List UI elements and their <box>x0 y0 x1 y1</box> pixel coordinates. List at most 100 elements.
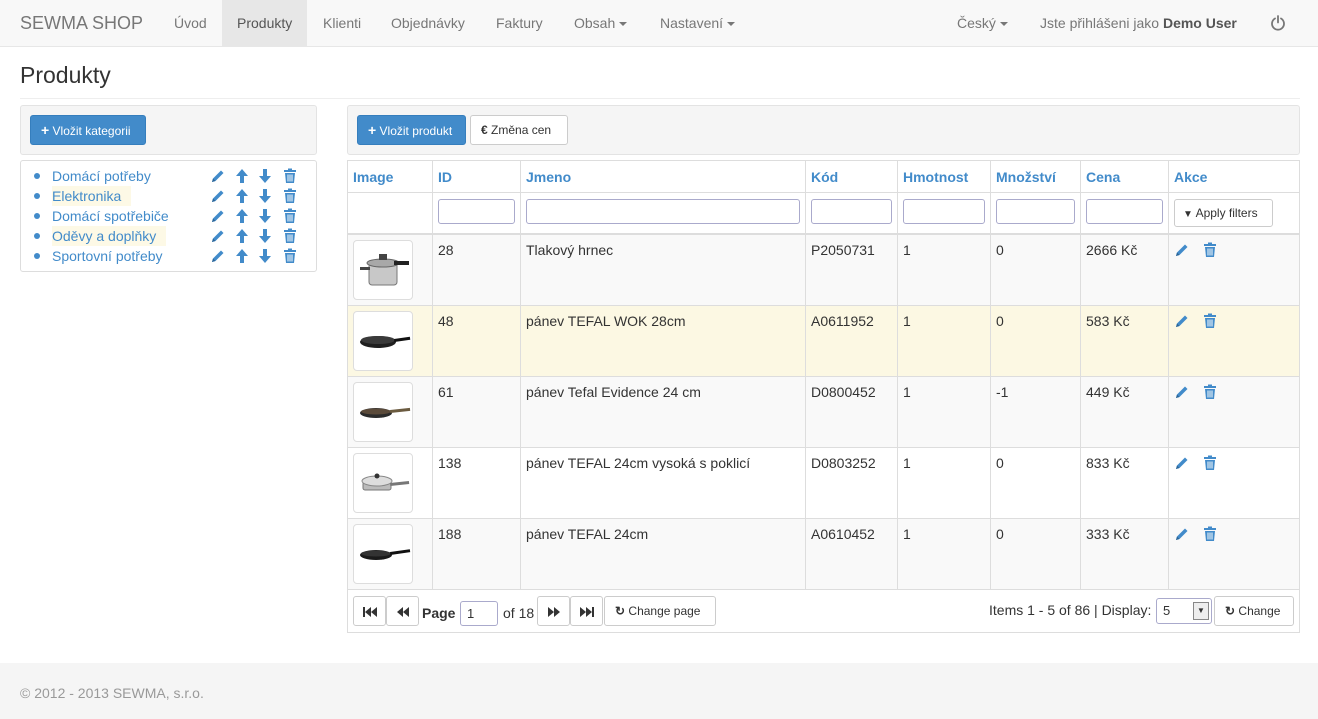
weight-cell: 1 <box>898 448 991 518</box>
filter-cell-weight <box>898 193 991 235</box>
pencil-edit-icon[interactable] <box>1174 384 1190 400</box>
next-page-button[interactable] <box>537 596 570 626</box>
add-category-button[interactable]: + Vložit kategorii <box>30 115 146 145</box>
column-header-quantity[interactable]: Množství <box>991 161 1081 193</box>
trash-icon[interactable] <box>1202 384 1218 400</box>
pencil-edit-icon[interactable] <box>1174 313 1190 329</box>
trash-icon[interactable] <box>1202 455 1218 471</box>
arrow-up-icon[interactable] <box>234 248 250 264</box>
nav-faktury[interactable]: Faktury <box>481 0 558 47</box>
trash-icon[interactable] <box>282 208 298 224</box>
quantity-value: 0 <box>996 455 1004 471</box>
pencil-edit-icon[interactable] <box>210 168 226 184</box>
trash-icon[interactable] <box>282 248 298 264</box>
brand-logo[interactable]: SEWMA SHOP <box>20 13 143 34</box>
nav-nastaveni-dropdown[interactable]: Nastavení <box>645 0 750 47</box>
price-cell: 833 Kč <box>1081 448 1169 518</box>
product-name: pánev TEFAL 24cm vysoká s poklicí <box>526 455 751 471</box>
actions-cell <box>1169 377 1299 447</box>
code-cell: P2050731 <box>806 235 898 305</box>
page-label: Page <box>422 605 456 621</box>
refresh-icon: ↻ <box>1225 604 1236 618</box>
column-header-price[interactable]: Cena <box>1081 161 1169 193</box>
filter-code-input[interactable] <box>811 199 892 224</box>
column-header-code[interactable]: Kód <box>806 161 898 193</box>
bullet-icon <box>34 233 40 239</box>
arrow-up-icon[interactable] <box>234 168 250 184</box>
trash-icon[interactable] <box>282 168 298 184</box>
pencil-edit-icon[interactable] <box>1174 242 1190 258</box>
category-link[interactable]: Oděvy a doplňky <box>52 226 167 246</box>
id-value: 61 <box>438 384 454 400</box>
add-product-button[interactable]: + Vložit produkt <box>357 115 466 145</box>
arrow-up-icon[interactable] <box>234 188 250 204</box>
weight-value: 1 <box>903 526 911 542</box>
actions-cell <box>1169 519 1299 589</box>
column-header-label: Image <box>353 169 394 185</box>
display-count-select[interactable]: 5 ▼ <box>1156 598 1212 624</box>
arrow-down-icon[interactable] <box>257 248 273 264</box>
footer: © 2012 - 2013 SEWMA, s.r.o. <box>0 663 1318 719</box>
pencil-edit-icon[interactable] <box>210 248 226 264</box>
nav-produkty[interactable]: Produkty <box>222 0 308 47</box>
filter-id-input[interactable] <box>438 199 515 224</box>
product-thumbnail[interactable] <box>353 382 413 442</box>
price-change-button[interactable]: € Změna cen <box>470 115 568 145</box>
filter-price-input[interactable] <box>1086 199 1163 224</box>
pager: Page 1 of 18 ↻ Change page Items 1 - 5 o… <box>348 591 1299 633</box>
arrow-up-icon[interactable] <box>234 208 250 224</box>
filter-quantity-input[interactable] <box>996 199 1075 224</box>
trash-icon[interactable] <box>282 228 298 244</box>
power-logout-icon[interactable] <box>1270 15 1286 31</box>
column-header-image[interactable]: Image <box>348 161 433 193</box>
product-name: pánev TEFAL 24cm <box>526 526 649 542</box>
arrow-down-icon[interactable] <box>257 188 273 204</box>
page-number-input[interactable]: 1 <box>460 601 498 626</box>
product-thumbnail[interactable] <box>353 453 413 513</box>
nav-uvod[interactable]: Úvod <box>159 0 222 47</box>
pencil-edit-icon[interactable] <box>210 208 226 224</box>
nav-obsah-dropdown[interactable]: Obsah <box>559 0 642 47</box>
arrow-down-icon[interactable] <box>257 168 273 184</box>
id-value: 188 <box>438 526 462 542</box>
pencil-edit-icon[interactable] <box>1174 455 1190 471</box>
category-link[interactable]: Domácí potřeby <box>52 166 161 186</box>
column-header-weight[interactable]: Hmotnost <box>898 161 991 193</box>
language-dropdown[interactable]: Český <box>942 0 1023 47</box>
category-link[interactable]: Domácí spotřebiče <box>52 206 179 226</box>
category-link[interactable]: Elektronika <box>52 186 132 206</box>
change-display-button[interactable]: ↻ Change <box>1214 596 1294 626</box>
trash-icon[interactable] <box>1202 242 1218 258</box>
pencil-edit-icon[interactable] <box>1174 526 1190 542</box>
price-cell: 2666 Kč <box>1081 235 1169 305</box>
filter-name-input[interactable] <box>526 199 800 224</box>
change-page-button[interactable]: ↻ Change page <box>604 596 716 626</box>
product-thumbnail[interactable] <box>353 311 413 371</box>
previous-page-button[interactable] <box>386 596 419 626</box>
pressure-cooker-image <box>360 254 409 286</box>
arrow-down-icon[interactable] <box>257 228 273 244</box>
nav-objednavky[interactable]: Objednávky <box>376 0 480 47</box>
product-thumbnail[interactable] <box>353 524 413 584</box>
quantity-value: 0 <box>996 313 1004 329</box>
footer-copyright: © 2012 - 2013 SEWMA, s.r.o. <box>20 685 204 701</box>
last-page-button[interactable] <box>570 596 603 626</box>
nav-klienti[interactable]: Klienti <box>308 0 376 47</box>
pencil-edit-icon[interactable] <box>210 228 226 244</box>
weight-value: 1 <box>903 384 911 400</box>
filter-weight-input[interactable] <box>903 199 985 224</box>
first-page-button[interactable] <box>353 596 386 626</box>
trash-icon[interactable] <box>1202 313 1218 329</box>
trash-icon[interactable] <box>282 188 298 204</box>
apply-filters-button[interactable]: ▼ Apply filters <box>1174 199 1273 227</box>
column-header-name[interactable]: Jmeno <box>521 161 806 193</box>
quantity-cell: -1 <box>991 377 1081 447</box>
pencil-edit-icon[interactable] <box>210 188 226 204</box>
product-thumbnail[interactable] <box>353 240 413 300</box>
arrow-down-icon[interactable] <box>257 208 273 224</box>
arrow-up-icon[interactable] <box>234 228 250 244</box>
trash-icon[interactable] <box>1202 526 1218 542</box>
column-header-id[interactable]: ID <box>433 161 521 193</box>
nav-obsah-label: Obsah <box>574 15 616 31</box>
category-link[interactable]: Sportovní potřeby <box>52 246 173 266</box>
